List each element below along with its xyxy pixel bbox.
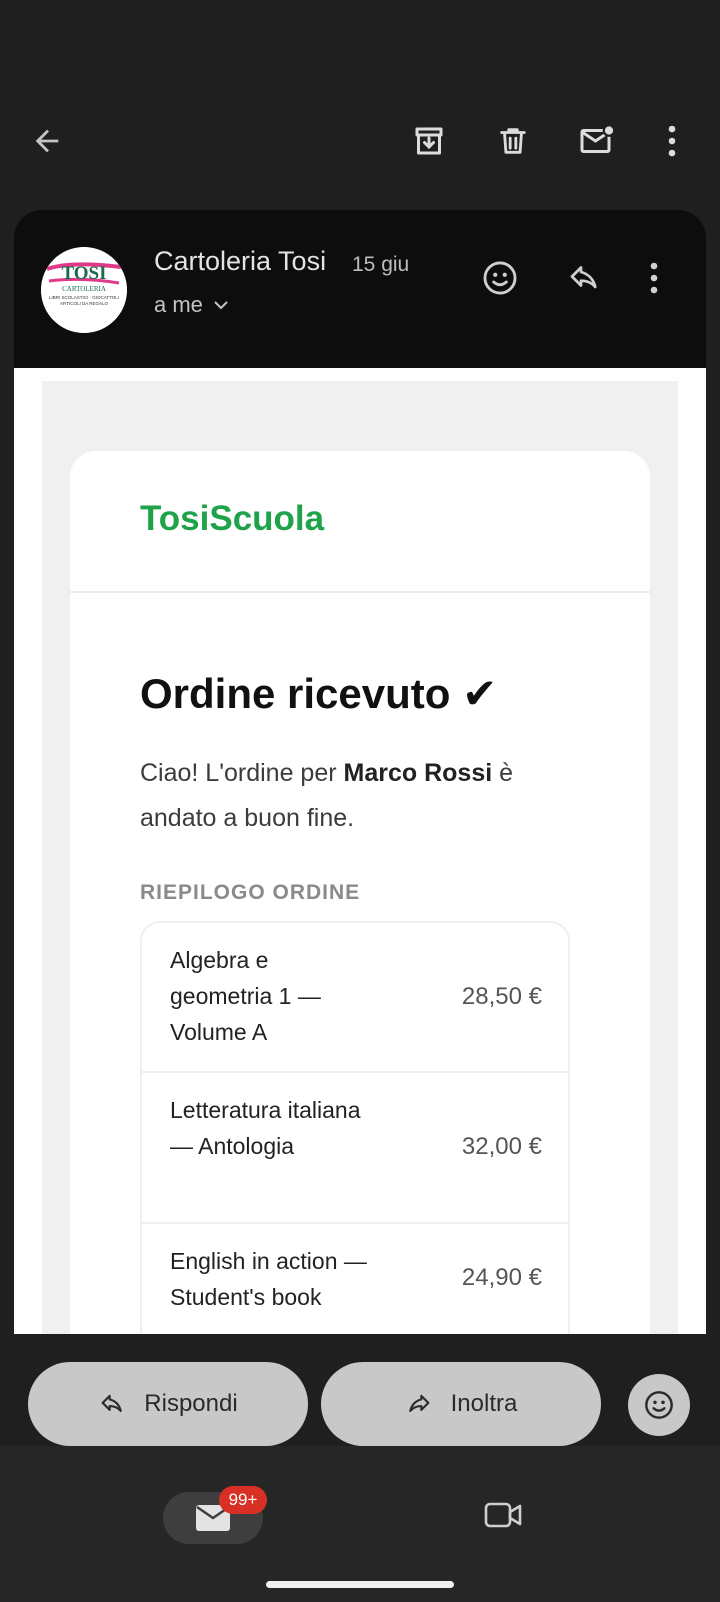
divider bbox=[70, 591, 650, 593]
intro-prefix: Ciao! L'ordine per bbox=[140, 759, 344, 787]
sender-header: TOSI CARTOLERIA LIBRI SCOLASTICI · GIOCA… bbox=[14, 210, 706, 368]
chevron-down-icon bbox=[214, 301, 228, 310]
email-frame: TosiScuola Ordine ricevuto ✔ Ciao! L'ord… bbox=[42, 381, 678, 1334]
order-item-row: Letteratura italiana — Antologia 32,00 € bbox=[142, 1073, 568, 1224]
unread-count-badge: 99+ bbox=[219, 1486, 267, 1514]
message-card: TOSI CARTOLERIA LIBRI SCOLASTICI · GIOCA… bbox=[14, 210, 706, 1334]
home-indicator[interactable] bbox=[266, 1581, 454, 1588]
order-item-price: 24,90 € bbox=[461, 1264, 542, 1291]
nav-meet-tab[interactable] bbox=[484, 1500, 524, 1535]
email-body: TosiScuola Ordine ricevuto ✔ Ciao! L'ord… bbox=[14, 368, 706, 1334]
sender-name[interactable]: Cartoleria Tosi bbox=[154, 246, 326, 277]
reply-icon bbox=[101, 1394, 123, 1413]
email-headline: Ordine ricevuto ✔ bbox=[140, 670, 498, 717]
customer-name: Marco Rossi bbox=[343, 759, 493, 787]
message-more-icon[interactable] bbox=[640, 256, 668, 300]
video-camera-icon bbox=[484, 1502, 522, 1528]
message-actions-bar: Rispondi Inoltra bbox=[0, 1334, 720, 1446]
order-item-row: English in action — Student's book 24,90… bbox=[142, 1224, 568, 1334]
trash-icon[interactable] bbox=[488, 116, 538, 166]
bottom-navigation: 99+ bbox=[0, 1446, 720, 1602]
arrow-back-icon[interactable] bbox=[22, 116, 72, 166]
forward-icon bbox=[408, 1394, 430, 1413]
avatar-logo-line4: ARTICOLI DA REGALO bbox=[60, 301, 108, 306]
sender-avatar[interactable]: TOSI CARTOLERIA LIBRI SCOLASTICI · GIOCA… bbox=[41, 247, 127, 333]
order-item-title: Letteratura italiana — Antologia bbox=[170, 1097, 361, 1159]
order-item-price: 28,50 € bbox=[461, 983, 542, 1010]
email-intro: Ciao! L'ordine per Marco Rossi è andato … bbox=[140, 751, 560, 841]
archive-icon[interactable] bbox=[404, 116, 454, 166]
top-toolbar bbox=[0, 0, 720, 200]
avatar-logo-line3: LIBRI SCOLASTICI · GIOCATTOLI bbox=[49, 295, 119, 300]
reply-icon[interactable] bbox=[562, 256, 606, 300]
smiley-icon bbox=[645, 1391, 673, 1419]
order-item-title: Algebra e geometria 1 — Volume A bbox=[170, 947, 321, 1045]
avatar-logo-sub: CARTOLERIA bbox=[62, 285, 106, 293]
recipient-label: a me bbox=[154, 292, 203, 317]
order-item-price: 32,00 € bbox=[461, 1133, 542, 1160]
reply-button[interactable]: Rispondi bbox=[28, 1362, 308, 1446]
mark-unread-icon[interactable] bbox=[572, 116, 622, 166]
order-item-title: English in action — Student's book bbox=[170, 1248, 367, 1310]
email-content-card: TosiScuola Ordine ricevuto ✔ Ciao! L'ord… bbox=[70, 451, 650, 1334]
forward-label: Inoltra bbox=[450, 1390, 518, 1417]
forward-button[interactable]: Inoltra bbox=[321, 1362, 601, 1446]
order-summary-table: Algebra e geometria 1 — Volume A 28,50 €… bbox=[140, 921, 570, 1334]
message-date: 15 giu bbox=[352, 253, 410, 276]
more-vert-icon[interactable] bbox=[657, 116, 687, 166]
brand-logo-text[interactable]: TosiScuola bbox=[140, 499, 324, 539]
add-reaction-icon[interactable] bbox=[478, 256, 522, 300]
order-item-row: Algebra e geometria 1 — Volume A 28,50 € bbox=[142, 923, 568, 1073]
reply-label: Rispondi bbox=[144, 1390, 238, 1417]
emoji-reaction-button[interactable] bbox=[628, 1374, 690, 1436]
order-summary-label: RIEPILOGO ORDINE bbox=[140, 881, 361, 904]
avatar-logo-text: TOSI bbox=[61, 263, 106, 284]
recipient-toggle[interactable]: a me bbox=[154, 292, 229, 318]
